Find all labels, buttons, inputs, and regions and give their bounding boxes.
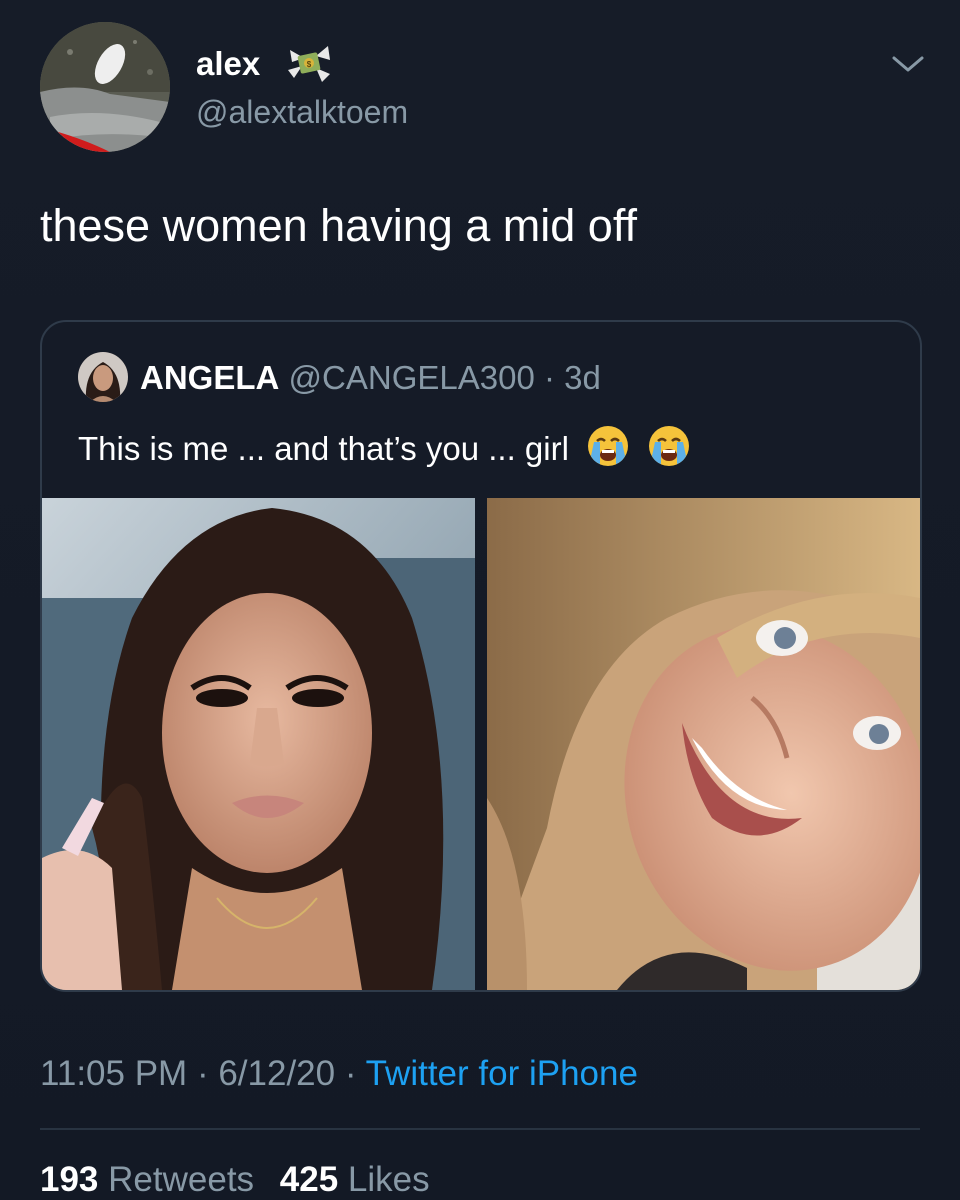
likes-label: Likes (347, 1160, 430, 1199)
likes-count: 425 (279, 1160, 339, 1199)
author-display-name[interactable]: alex (196, 44, 260, 84)
quoted-header-separator: · (534, 359, 565, 396)
retweets-label: Retweets (108, 1160, 255, 1199)
quoted-author-handle[interactable]: @CANGELA300 (289, 359, 535, 396)
tweet-date: 6/12/20 (218, 1054, 336, 1093)
meta-separator-1: · (187, 1054, 219, 1093)
tweet-time: 11:05 PM (40, 1054, 188, 1093)
quoted-tweet-age: 3d (564, 359, 601, 396)
tweet-source-link[interactable]: Twitter for iPhone (366, 1054, 638, 1093)
quoted-author-avatar[interactable] (78, 352, 128, 402)
tweet-meta: 11:05 PM · 6/12/20 · Twitter for iPhone (40, 1052, 638, 1096)
author-avatar-image (40, 22, 170, 152)
meta-separator-2: · (335, 1054, 366, 1093)
quoted-photo-right[interactable] (487, 498, 920, 990)
tweet-text: these women having a mid off (40, 200, 638, 251)
author-avatar[interactable] (40, 22, 170, 152)
loudly-crying-face-icon (588, 426, 629, 466)
quoted-tweet-card[interactable]: ANGELA @CANGELA300 · 3d This is me ... a… (40, 320, 922, 992)
retweets-count: 193 (40, 1160, 99, 1199)
quoted-tweet-text: This is me ... and that’s you ... girl (78, 430, 569, 467)
divider (40, 1128, 920, 1130)
quoted-author-avatar-image (78, 352, 128, 402)
tweet-stats: 193 Retweets 425 Likes (40, 1158, 446, 1200)
svg-text:$: $ (307, 60, 312, 69)
quoted-tweet-header: ANGELA @CANGELA300 · 3d (140, 358, 601, 398)
author-handle[interactable]: @alextalktoem (196, 92, 408, 132)
loudly-crying-face-icon (649, 426, 690, 466)
selfie-photo-left (42, 498, 475, 990)
quoted-photo-left[interactable] (42, 498, 475, 990)
money-wings-icon: $ (288, 46, 330, 82)
quoted-author-name[interactable]: ANGELA (140, 359, 279, 396)
tweet: alex $ @alextalktoem these women having … (0, 0, 960, 1200)
retweets-stat[interactable]: 193 Retweets (40, 1160, 264, 1199)
selfie-photo-right (487, 498, 920, 990)
quoted-tweet-text-line: This is me ... and that’s you ... girl (78, 424, 691, 471)
likes-stat[interactable]: 425 Likes (280, 1160, 430, 1199)
chevron-down-icon[interactable] (888, 50, 928, 78)
